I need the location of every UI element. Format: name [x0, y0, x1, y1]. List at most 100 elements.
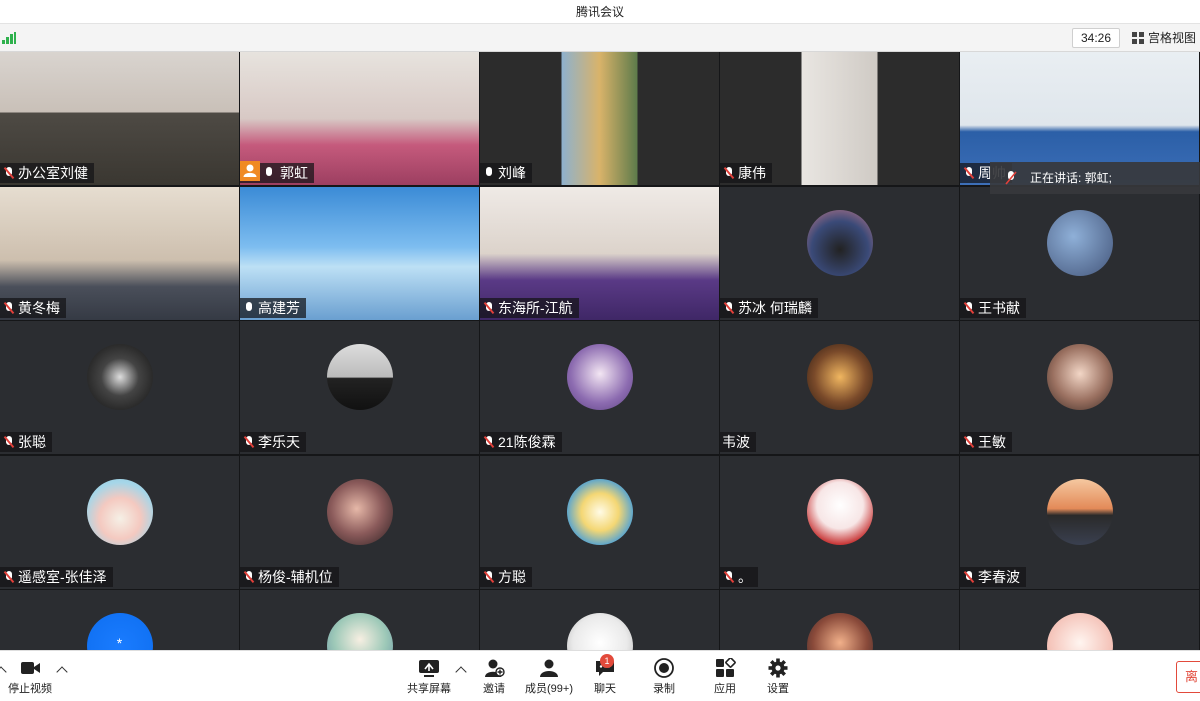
chat-button[interactable]: 1 聊天 — [586, 651, 624, 701]
participant-name: 李春波 — [978, 568, 1020, 585]
participant-name-tag: 。 — [720, 566, 758, 587]
share-screen-icon — [419, 660, 439, 677]
record-button[interactable]: 录制 — [644, 651, 684, 701]
participant-name: 张聪 — [18, 434, 46, 450]
participant-tile[interactable]: 康伟 — [720, 52, 959, 185]
speaking-label: 正在讲话: 郭虹; — [1030, 171, 1113, 185]
mic-muted-icon — [483, 570, 495, 583]
signal-strength-icon[interactable] — [2, 32, 16, 44]
participant-avatar — [1046, 478, 1113, 545]
apps-icon — [716, 658, 736, 677]
record-icon — [654, 658, 674, 678]
settings-label: 设置 — [767, 683, 789, 695]
participant-name: 方聪 — [498, 568, 526, 585]
participant-name-tag: 李春波 — [960, 566, 1026, 587]
participant-avatar — [806, 209, 873, 276]
participant-tile[interactable]: 高建芳 — [240, 186, 479, 320]
mic-icon — [244, 301, 254, 314]
chat-label: 聊天 — [594, 683, 616, 695]
participant-name-tag: 东海所-江航 — [480, 297, 579, 318]
participant-tile[interactable]: 韦波 — [720, 321, 959, 454]
participant-tile[interactable]: 杨俊-辅机位 — [240, 455, 479, 589]
leave-meeting-button[interactable]: 离 — [1176, 661, 1200, 693]
mic-muted-icon — [723, 570, 735, 583]
participant-name: 东海所-江航 — [498, 299, 573, 316]
participant-tile[interactable]: 张聪 — [0, 321, 239, 454]
participant-tile[interactable]: 遥感室-张佳泽 — [0, 455, 239, 589]
avatar-initial: * — [116, 635, 123, 651]
apps-button[interactable]: 应用 — [705, 651, 745, 701]
participant-avatar — [326, 478, 393, 545]
participant-name-tag: 刘峰 — [480, 163, 532, 183]
participant-avatar — [86, 344, 153, 410]
participant-name: 办公室刘健 — [18, 165, 88, 181]
participant-name-tag: 王书献 — [960, 297, 1026, 318]
participant-name: 21陈俊霖 — [498, 434, 556, 450]
mic-muted-icon — [243, 435, 255, 449]
members-icon — [540, 659, 558, 677]
chat-unread-badge: 1 — [600, 654, 614, 668]
mic-muted-icon — [723, 301, 735, 314]
meeting-duration: 34:26 — [1072, 28, 1120, 48]
participant-tile[interactable]: 王敏 — [960, 321, 1199, 454]
invite-button[interactable]: 邀请 — [474, 651, 514, 701]
participant-tile[interactable]: 刘峰 — [480, 52, 719, 185]
participant-name-tag: 张聪 — [0, 432, 52, 452]
participant-name: 刘峰 — [498, 165, 526, 181]
participant-name-tag: 王敏 — [960, 432, 1012, 452]
settings-button[interactable]: 设置 — [758, 651, 798, 701]
participant-tile[interactable]: 李乐天 — [240, 321, 479, 454]
participant-name-tag: 办公室刘健 — [0, 163, 94, 183]
participant-name-tag: 黄冬梅 — [0, 297, 66, 318]
participant-avatar — [86, 478, 153, 545]
mic-icon — [264, 167, 274, 179]
participant-tile[interactable]: 王书献 — [960, 186, 1199, 320]
participant-tile[interactable]: 方聪 — [480, 455, 719, 589]
participant-avatar — [806, 344, 873, 410]
participant-name: 郭虹 — [280, 165, 308, 181]
participant-tile[interactable]: 李春波 — [960, 455, 1199, 589]
participant-name: 李乐天 — [258, 434, 300, 450]
mic-muted-icon — [963, 301, 975, 314]
stop-video-button[interactable]: 停止视频 — [0, 651, 60, 701]
grid-view-label: 宫格视图 — [1148, 31, 1197, 45]
participant-tile[interactable]: 办公室刘健 — [0, 52, 239, 185]
participant-name: 遥感室-张佳泽 — [18, 568, 107, 585]
speaking-indicator: 正在讲话: 郭虹; — [990, 162, 1200, 194]
mic-muted-icon — [3, 166, 15, 180]
chevron-up-icon[interactable] — [455, 666, 467, 678]
window-title: 腾讯会议 — [575, 5, 624, 19]
participant-tile[interactable]: 。 — [720, 455, 959, 589]
participant-tile[interactable]: 21陈俊霖 — [480, 321, 719, 454]
share-screen-button[interactable]: 共享屏幕 — [403, 651, 455, 701]
participant-tile[interactable]: 黄冬梅 — [0, 186, 239, 320]
participant-tile[interactable]: 郭虹 — [240, 52, 479, 185]
camera-icon — [21, 662, 40, 674]
mic-muted-icon — [3, 570, 15, 583]
participant-name-tag: 遥感室-张佳泽 — [0, 566, 113, 587]
participant-name-tag: 韦波 — [720, 432, 756, 452]
mic-muted-icon — [483, 301, 495, 314]
members-button[interactable]: 成员(99+) — [520, 651, 578, 701]
meeting-window: 腾讯会议 34:26 宫格视图 办公室刘健郭虹刘峰康伟周帅黄冬梅高建芳东海所-江… — [0, 0, 1200, 701]
members-label: 成员(99+) — [525, 683, 573, 695]
mic-muted-icon — [963, 435, 975, 449]
mic-muted-icon — [723, 166, 735, 180]
participant-name: 康伟 — [738, 165, 766, 181]
participant-name: 杨俊-辅机位 — [258, 568, 333, 585]
participant-tile[interactable]: 东海所-江航 — [480, 186, 719, 320]
record-label: 录制 — [653, 683, 675, 695]
host-icon — [240, 161, 260, 181]
participant-name: 高建芳 — [258, 299, 300, 316]
grid-icon — [1132, 32, 1144, 44]
title-bar: 腾讯会议 — [0, 0, 1200, 24]
participant-tile[interactable]: 苏冰 何瑞麟 — [720, 186, 959, 320]
participant-name-tag: 康伟 — [720, 163, 772, 183]
mic-muted-icon — [3, 301, 15, 314]
grid-view-button[interactable]: 宫格视图 — [1128, 28, 1200, 48]
speaker-mic-icon — [1005, 171, 1017, 185]
invite-label: 邀请 — [483, 683, 505, 695]
participant-name-tag: 苏冰 何瑞麟 — [720, 297, 818, 318]
participant-avatar — [1046, 344, 1113, 410]
mic-muted-icon — [963, 166, 975, 180]
